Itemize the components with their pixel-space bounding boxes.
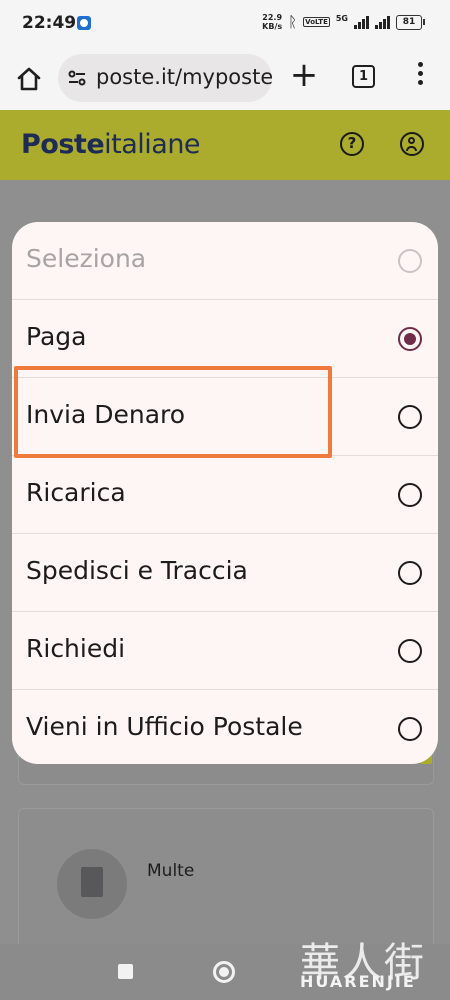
logo-light-text: italiane bbox=[104, 129, 201, 160]
volte-badge: VoLTE bbox=[303, 17, 330, 27]
signal-icon-2 bbox=[375, 15, 390, 29]
option-richiedi[interactable]: Richiedi bbox=[12, 612, 438, 690]
signal-icon bbox=[354, 15, 369, 29]
network-speed-unit: KB/s bbox=[262, 22, 283, 31]
radio-icon[interactable] bbox=[398, 639, 422, 663]
option-label: Paga bbox=[26, 322, 87, 351]
browser-toolbar: poste.it/myposte/ + 1 bbox=[0, 48, 450, 110]
notification-app-icon bbox=[77, 16, 91, 30]
radio-icon[interactable] bbox=[398, 483, 422, 507]
status-indicators: 22.9 KB/s ᚱ VoLTE 5G 81 bbox=[262, 13, 425, 31]
option-placeholder: Seleziona bbox=[12, 222, 438, 300]
watermark-latin-text: HUARENJIE bbox=[300, 972, 416, 991]
watermark: 華人街 HUARENJIE bbox=[300, 930, 450, 1000]
document-icon bbox=[57, 849, 127, 919]
recents-button[interactable] bbox=[118, 964, 133, 979]
tab-switcher-button[interactable]: 1 bbox=[352, 65, 375, 88]
home-button[interactable] bbox=[213, 961, 235, 983]
radio-icon[interactable] bbox=[398, 561, 422, 585]
bluetooth-icon: ᚱ bbox=[288, 13, 298, 31]
network-speed-value: 22.9 bbox=[262, 13, 283, 22]
new-tab-button[interactable]: + bbox=[288, 58, 320, 92]
network-speed: 22.9 KB/s bbox=[262, 13, 282, 31]
highlight-annotation bbox=[14, 366, 332, 458]
site-settings-icon[interactable] bbox=[68, 70, 86, 86]
status-time: 22:49 bbox=[22, 13, 77, 33]
option-label: Spedisci e Traccia bbox=[26, 556, 248, 585]
select-dialog: Seleziona Paga Invia Denaro Ricarica Spe… bbox=[12, 222, 438, 764]
address-bar[interactable]: poste.it/myposte/ bbox=[58, 54, 272, 102]
status-bar: 22:49 22.9 KB/s ᚱ VoLTE 5G 81 bbox=[0, 0, 450, 48]
url-text[interactable]: poste.it/myposte/ bbox=[96, 65, 272, 89]
option-spedisci-e-traccia[interactable]: Spedisci e Traccia bbox=[12, 534, 438, 612]
radio-checked-icon[interactable] bbox=[398, 327, 422, 351]
home-icon[interactable] bbox=[14, 64, 44, 94]
radio-icon[interactable] bbox=[398, 405, 422, 429]
poste-italiane-logo[interactable]: Posteitaliane bbox=[21, 129, 201, 160]
option-label: Seleziona bbox=[26, 244, 147, 273]
logo-bold-text: Poste bbox=[21, 129, 105, 160]
option-vieni-in-ufficio-postale[interactable]: Vieni in Ufficio Postale bbox=[12, 690, 438, 764]
option-label: Ricarica bbox=[26, 478, 126, 507]
account-icon[interactable] bbox=[400, 132, 424, 156]
option-ricarica[interactable]: Ricarica bbox=[12, 456, 438, 534]
multe-label: Multe bbox=[147, 861, 195, 881]
radio-icon[interactable] bbox=[398, 717, 422, 741]
option-label: Vieni in Ufficio Postale bbox=[26, 712, 303, 741]
browser-menu-button[interactable] bbox=[410, 62, 430, 92]
option-label: Richiedi bbox=[26, 634, 126, 663]
help-icon[interactable]: ? bbox=[340, 132, 364, 156]
radio-icon bbox=[398, 249, 422, 273]
site-header: Posteitaliane ? bbox=[0, 110, 450, 180]
network-generation: 5G bbox=[335, 13, 348, 23]
battery-icon: 81 bbox=[396, 14, 425, 30]
